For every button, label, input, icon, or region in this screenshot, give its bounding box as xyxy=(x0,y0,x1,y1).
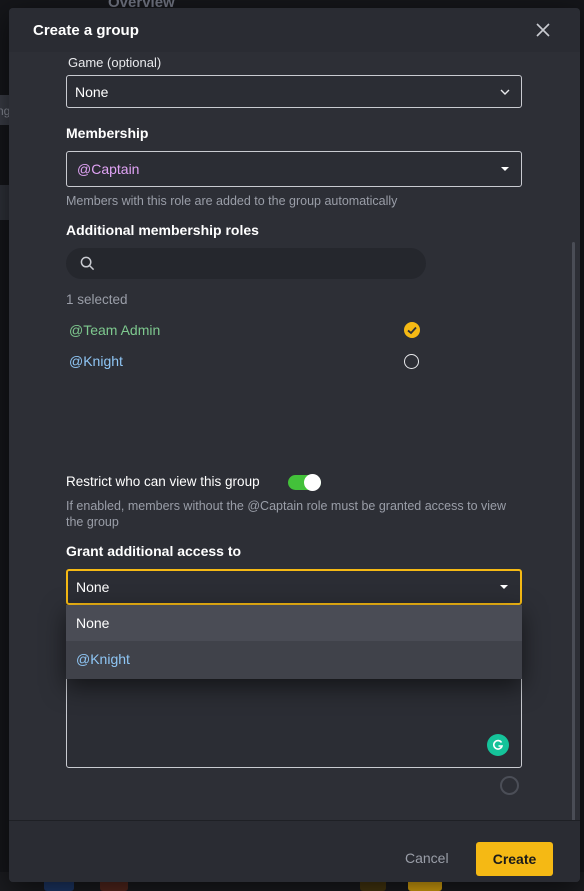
create-group-modal: Create a group Game (optional) None Memb… xyxy=(9,8,580,882)
dropdown-option-label: @Knight xyxy=(76,651,130,667)
modal-footer: Cancel Create xyxy=(9,821,580,882)
restrict-toggle[interactable] xyxy=(288,474,321,491)
caret-down-icon xyxy=(501,167,509,171)
role-search-input[interactable] xyxy=(66,248,426,279)
description-textarea[interactable] xyxy=(66,672,522,768)
membership-select[interactable]: @Captain xyxy=(66,151,522,187)
role-option-label: @Knight xyxy=(69,353,123,369)
role-option-team-admin[interactable]: @Team Admin xyxy=(66,318,426,342)
close-button[interactable] xyxy=(529,18,557,42)
cancel-button[interactable]: Cancel xyxy=(405,850,449,866)
restrict-label: Restrict who can view this group xyxy=(66,474,260,489)
radio-empty-icon xyxy=(404,354,419,369)
role-option-knight[interactable]: @Knight xyxy=(66,349,426,373)
membership-select-value: @Captain xyxy=(77,161,140,177)
game-select-value: None xyxy=(75,83,109,100)
restrict-help-text: If enabled, members without the @Captain… xyxy=(66,499,506,529)
grant-access-dropdown-menu: None @Knight xyxy=(66,605,522,679)
role-option-label: @Team Admin xyxy=(69,322,161,338)
grammarly-icon[interactable] xyxy=(487,734,509,756)
modal-header: Create a group xyxy=(9,8,580,52)
game-label: Game (optional) xyxy=(68,55,162,70)
modal-title: Create a group xyxy=(33,22,139,39)
membership-help-text: Members with this role are added to the … xyxy=(66,194,398,208)
chevron-down-icon xyxy=(500,89,510,95)
scrollbar[interactable] xyxy=(572,242,575,822)
game-select[interactable]: None xyxy=(66,75,522,108)
dropdown-option-none[interactable]: None xyxy=(66,605,522,641)
grant-access-select-value: None xyxy=(76,579,110,595)
search-icon xyxy=(80,256,95,271)
dropdown-option-label: None xyxy=(76,615,110,631)
membership-label: Membership xyxy=(66,125,149,141)
grant-access-select[interactable]: None xyxy=(66,569,522,605)
grant-access-label: Grant additional access to xyxy=(66,543,242,559)
caret-down-icon xyxy=(500,585,508,589)
close-icon xyxy=(536,23,550,37)
dropdown-option-knight[interactable]: @Knight xyxy=(66,641,522,679)
toggle-knob xyxy=(304,474,321,491)
checkmark-icon xyxy=(404,322,420,338)
additional-roles-label: Additional membership roles xyxy=(66,222,259,238)
selected-count: 1 selected xyxy=(66,292,128,307)
loading-circle-icon xyxy=(500,776,519,795)
create-button[interactable]: Create xyxy=(476,842,553,876)
